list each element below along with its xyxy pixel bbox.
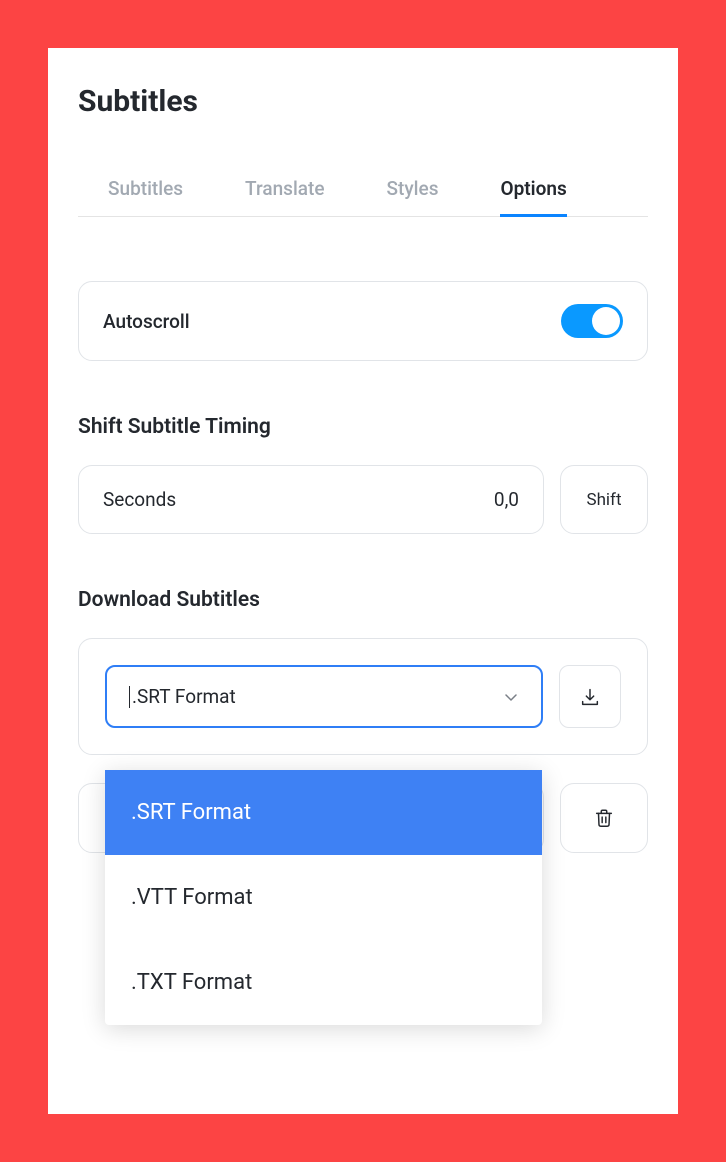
- tab-options[interactable]: Options: [500, 163, 566, 217]
- trash-icon: [593, 806, 615, 830]
- tab-styles[interactable]: Styles: [387, 163, 439, 217]
- download-title: Download Subtitles: [78, 588, 648, 612]
- format-select-value: .SRT Format: [129, 685, 236, 708]
- format-option-srt[interactable]: .SRT Format: [105, 770, 542, 855]
- shift-button-label: Shift: [586, 490, 621, 510]
- seconds-label: Seconds: [103, 488, 176, 511]
- tab-bar: Subtitles Translate Styles Options: [78, 163, 648, 217]
- download-button[interactable]: [559, 665, 621, 728]
- toggle-knob: [592, 307, 620, 335]
- autoscroll-setting: Autoscroll: [78, 281, 648, 361]
- format-select[interactable]: .SRT Format: [105, 665, 543, 728]
- chevron-down-icon: [503, 689, 519, 705]
- download-icon: [579, 686, 601, 708]
- page-title: Subtitles: [78, 84, 648, 119]
- download-section: .SRT Format .SRT Format .VTT Format .TXT…: [78, 638, 648, 755]
- shift-timing-title: Shift Subtitle Timing: [78, 415, 648, 439]
- shift-button[interactable]: Shift: [560, 465, 648, 534]
- seconds-input[interactable]: Seconds 0,0: [78, 465, 544, 534]
- format-dropdown: .SRT Format .VTT Format .TXT Format: [105, 770, 542, 1025]
- shift-timing-row: Seconds 0,0 Shift: [78, 465, 648, 534]
- format-option-txt[interactable]: .TXT Format: [105, 940, 542, 1025]
- tab-subtitles[interactable]: Subtitles: [108, 163, 183, 217]
- autoscroll-toggle[interactable]: [561, 304, 623, 338]
- autoscroll-label: Autoscroll: [103, 310, 190, 333]
- format-option-vtt[interactable]: .VTT Format: [105, 855, 542, 940]
- delete-button[interactable]: [560, 783, 648, 853]
- subtitles-options-panel: Subtitles Subtitles Translate Styles Opt…: [48, 48, 678, 1114]
- seconds-value: 0,0: [494, 488, 519, 511]
- text-cursor: [129, 686, 130, 708]
- tab-translate[interactable]: Translate: [245, 163, 324, 217]
